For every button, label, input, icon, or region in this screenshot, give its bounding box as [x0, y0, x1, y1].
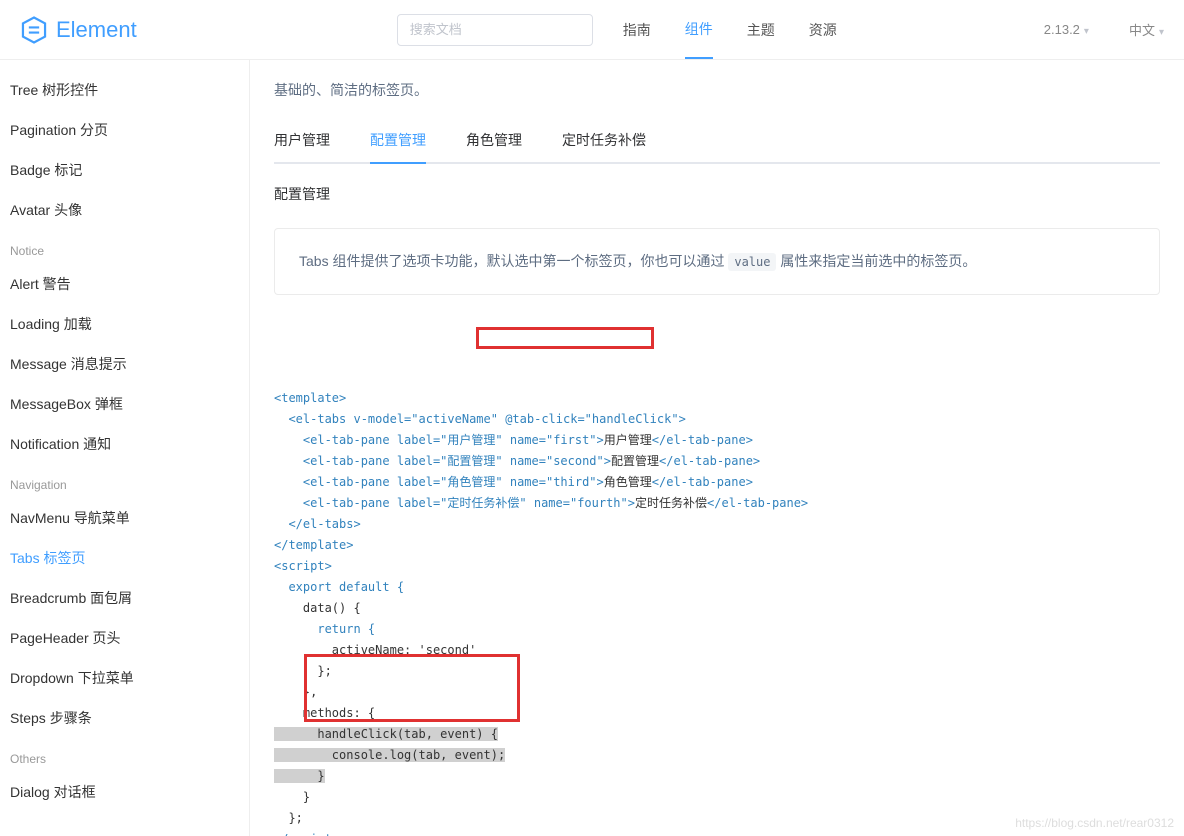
sidebar-group-notice: Notice: [10, 230, 249, 264]
chevron-down-icon: ▾: [1159, 27, 1164, 38]
sidebar-item[interactable]: Tree 树形控件: [10, 70, 249, 110]
version-dropdown[interactable]: 2.13.2▾: [1044, 22, 1089, 37]
sidebar-item[interactable]: NavMenu 导航菜单: [10, 498, 249, 538]
code-line: export default {: [274, 580, 404, 594]
code-txt: 配置管理: [611, 454, 659, 468]
top-right: 2.13.2▾ 中文▾: [1044, 20, 1164, 39]
code-line-selected: handleClick(tab, event) {: [274, 727, 498, 741]
code-line: data() {: [274, 601, 361, 615]
sidebar-item[interactable]: Dialog 对话框: [10, 772, 249, 812]
sidebar-item[interactable]: Alert 警告: [10, 264, 249, 304]
sidebar-item[interactable]: Breadcrumb 面包屑: [10, 578, 249, 618]
code-line: };: [274, 811, 303, 825]
sidebar-item[interactable]: Notification 通知: [10, 424, 249, 464]
element-logo-icon: [20, 16, 48, 44]
code-line: <el-tab-pane label="定时任务补偿" name="fourth…: [274, 496, 635, 510]
code-line: </el-tab-pane>: [707, 496, 808, 510]
code-line-selected: console.log(tab, event);: [274, 748, 505, 762]
code-line: <template>: [274, 391, 346, 405]
code-line: <el-tabs v-model="activeName": [274, 412, 498, 426]
sidebar-item[interactable]: PageHeader 页头: [10, 618, 249, 658]
code-line: @tab-click="handleClick">: [498, 412, 686, 426]
sidebar-item[interactable]: Dropdown 下拉菜单: [10, 658, 249, 698]
demo-tabs: 用户管理 配置管理 角色管理 定时任务补偿: [274, 130, 1160, 164]
red-highlight-box: [304, 654, 520, 722]
tab-user-manage[interactable]: 用户管理: [274, 130, 330, 162]
sidebar-item[interactable]: Steps 步骤条: [10, 698, 249, 738]
code-line-selected: }: [274, 769, 325, 783]
top-nav: 指南 组件 主题 资源: [623, 1, 837, 59]
nav-resource[interactable]: 资源: [809, 2, 837, 58]
code-txt: 定时任务补偿: [635, 496, 707, 510]
sidebar-item[interactable]: Badge 标记: [10, 150, 249, 190]
code-line: return {: [274, 622, 375, 636]
tab-task-manage[interactable]: 定时任务补偿: [562, 130, 646, 162]
nav-guide[interactable]: 指南: [623, 2, 651, 58]
sidebar-group-navigation: Navigation: [10, 464, 249, 498]
code-line: <el-tab-pane label="用户管理" name="first">: [274, 433, 604, 447]
tab-config-manage[interactable]: 配置管理: [370, 130, 426, 164]
code-txt: 用户管理: [604, 433, 652, 447]
code-line: <script>: [274, 559, 332, 573]
sidebar-item-tabs[interactable]: Tabs 标签页: [10, 538, 249, 578]
nav-components[interactable]: 组件: [685, 1, 713, 59]
code-line: <el-tab-pane label="配置管理" name="second">: [274, 454, 611, 468]
tab-role-manage[interactable]: 角色管理: [466, 130, 522, 162]
tip-text-a: Tabs 组件提供了选项卡功能，默认选中第一个标签页，你也可以通过: [299, 253, 728, 269]
top-header: Element 指南 组件 主题 资源 2.13.2▾ 中文▾: [0, 0, 1184, 60]
search-input[interactable]: [397, 14, 593, 46]
code-line: }: [274, 790, 310, 804]
watermark: https://blog.csdn.net/rear0312: [1015, 816, 1174, 830]
code-line: </el-tab-pane>: [652, 475, 753, 489]
tip-text-b: 属性来指定当前选中的标签页。: [780, 253, 976, 269]
chevron-down-icon: ▾: [1084, 26, 1089, 37]
sidebar-group-others: Others: [10, 738, 249, 772]
code-close-bracket: >: [332, 832, 339, 836]
inline-code-value: value: [728, 253, 776, 271]
sidebar-item[interactable]: Loading 加载: [10, 304, 249, 344]
code-line: </el-tab-pane>: [659, 454, 760, 468]
sidebar: Tree 树形控件 Pagination 分页 Badge 标记 Avatar …: [0, 60, 250, 836]
tab-panel-content: 配置管理: [274, 184, 1160, 204]
sidebar-item[interactable]: Avatar 头像: [10, 190, 249, 230]
sidebar-item[interactable]: MessageBox 弹框: [10, 384, 249, 424]
section-desc: 基础的、简洁的标签页。: [274, 80, 1160, 100]
code-line: </el-tabs>: [274, 517, 361, 531]
lang-dropdown[interactable]: 中文▾: [1129, 20, 1164, 39]
code-line: </el-tab-pane>: [652, 433, 753, 447]
sidebar-item[interactable]: Message 消息提示: [10, 344, 249, 384]
sidebar-item[interactable]: Pagination 分页: [10, 110, 249, 150]
nav-theme[interactable]: 主题: [747, 2, 775, 58]
red-highlight-box: [476, 327, 654, 349]
logo[interactable]: Element: [20, 16, 137, 44]
code-line: <el-tab-pane label="角色管理" name="third">: [274, 475, 604, 489]
code-example: <template> <el-tabs v-model="activeName"…: [274, 325, 1160, 836]
code-line: </script: [274, 832, 332, 836]
description-box: Tabs 组件提供了选项卡功能，默认选中第一个标签页，你也可以通过 value …: [274, 228, 1160, 295]
brand-text: Element: [56, 17, 137, 43]
code-txt: 角色管理: [604, 475, 652, 489]
main-content: 基础的、简洁的标签页。 用户管理 配置管理 角色管理 定时任务补偿 配置管理 T…: [250, 60, 1184, 836]
code-line: </template>: [274, 538, 353, 552]
